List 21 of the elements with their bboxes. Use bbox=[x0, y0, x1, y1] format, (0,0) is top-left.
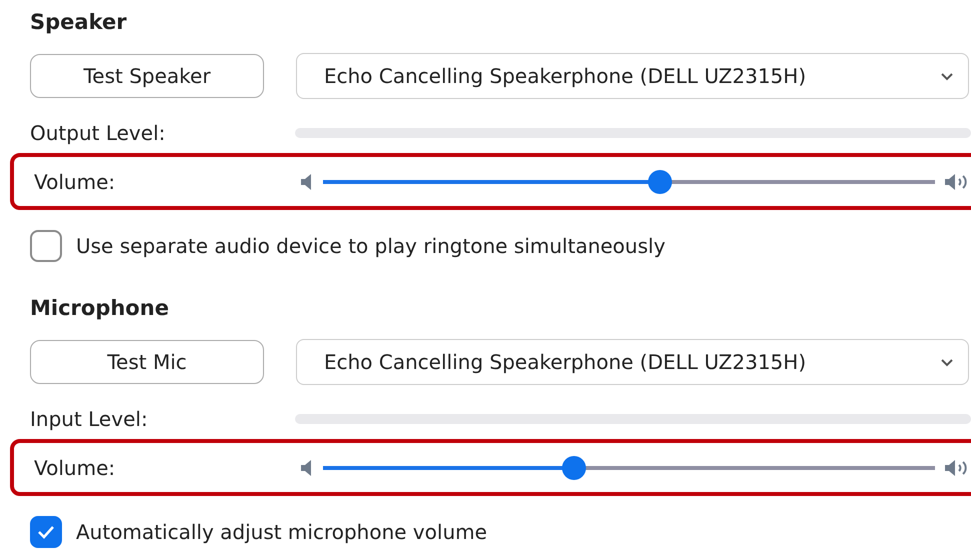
level-label: Output Level: bbox=[30, 121, 166, 145]
section-title: Microphone bbox=[30, 295, 170, 322]
volume-slider[interactable] bbox=[323, 456, 935, 480]
checkmark-icon bbox=[37, 525, 55, 539]
slider-thumb[interactable] bbox=[562, 456, 586, 480]
checkbox[interactable] bbox=[30, 230, 62, 262]
checkbox-label: Use separate audio device to play ringtone simultaneously bbox=[76, 233, 666, 260]
device-dropdown[interactable]: Echo Cancelling Speakerphone (DELL UZ2315H) bbox=[296, 339, 969, 385]
slider-thumb[interactable] bbox=[648, 170, 672, 194]
checkbox[interactable] bbox=[30, 516, 62, 548]
volume-label: Volume: bbox=[34, 456, 116, 480]
section-title: Speaker bbox=[30, 9, 128, 36]
test-button[interactable]: Test Mic bbox=[30, 340, 264, 384]
test-button[interactable]: Test Speaker bbox=[30, 54, 264, 98]
chevron-down-icon bbox=[940, 72, 954, 80]
volume-label: Volume: bbox=[34, 170, 116, 194]
chevron-down-icon bbox=[940, 358, 954, 366]
volume-slider[interactable] bbox=[323, 170, 935, 194]
device-dropdown[interactable]: Echo Cancelling Speakerphone (DELL UZ2315H) bbox=[296, 53, 969, 99]
checkbox-label: Automatically adjust microphone volume bbox=[76, 519, 488, 546]
level-label: Input Level: bbox=[30, 407, 148, 431]
